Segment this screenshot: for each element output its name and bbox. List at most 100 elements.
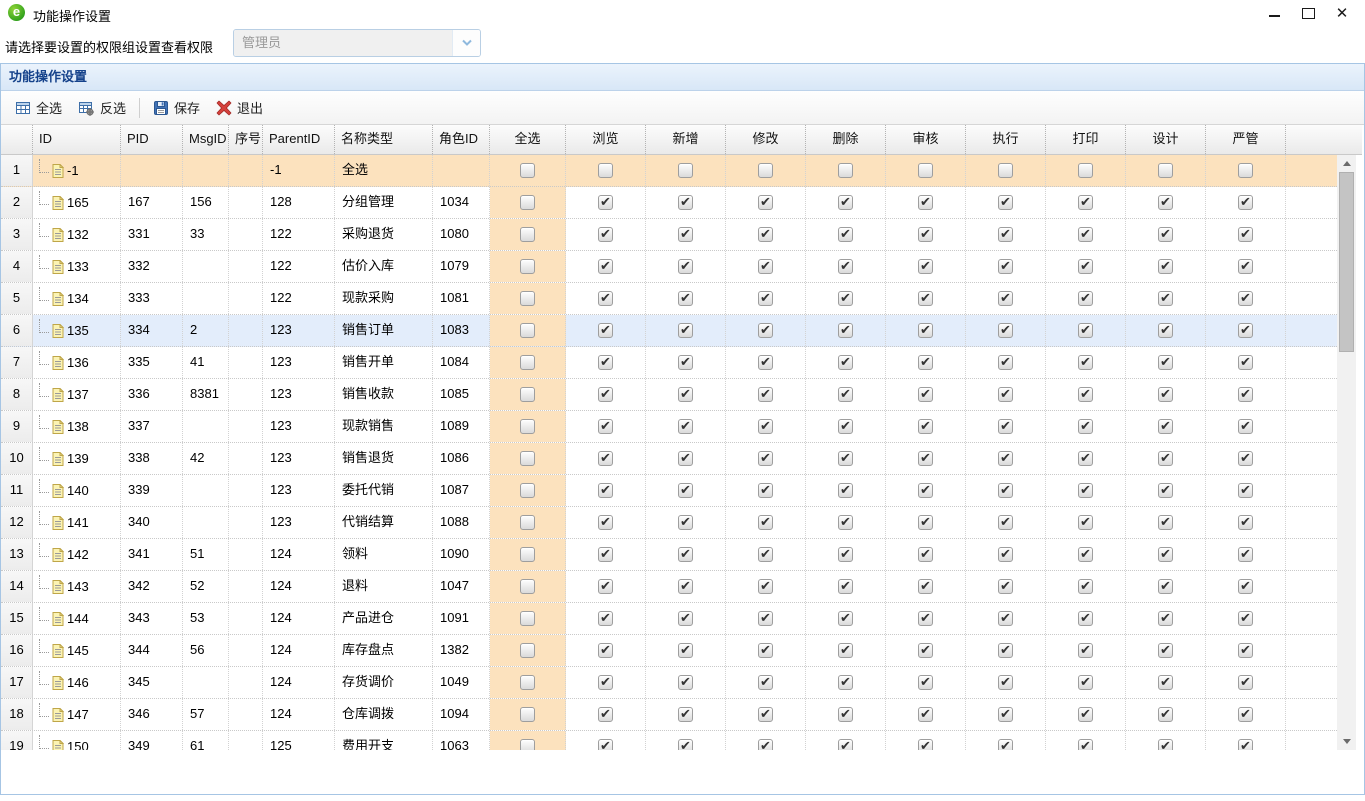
checkbox-browse[interactable]	[598, 739, 613, 750]
checkbox-browse[interactable]	[598, 259, 613, 274]
checkbox-modify[interactable]	[758, 579, 773, 594]
checkbox-audit[interactable]	[918, 483, 933, 498]
checkbox-delete[interactable]	[838, 483, 853, 498]
checkbox-design[interactable]	[1158, 547, 1173, 562]
checkbox-add[interactable]	[678, 451, 693, 466]
checkbox-execute[interactable]	[998, 163, 1013, 178]
checkbox-modify[interactable]	[758, 643, 773, 658]
checkbox-browse[interactable]	[598, 547, 613, 562]
checkbox-audit[interactable]	[918, 387, 933, 402]
checkbox-delete[interactable]	[838, 259, 853, 274]
checkbox-modify[interactable]	[758, 163, 773, 178]
checkbox-design[interactable]	[1158, 739, 1173, 750]
checkbox-audit[interactable]	[918, 611, 933, 626]
checkbox-select_all[interactable]	[520, 195, 535, 210]
checkbox-audit[interactable]	[918, 419, 933, 434]
checkbox-modify[interactable]	[758, 419, 773, 434]
checkbox-browse[interactable]	[598, 387, 613, 402]
table-row[interactable]: 2165167156128分组管理1034	[1, 187, 1337, 219]
checkbox-add[interactable]	[678, 547, 693, 562]
checkbox-select_all[interactable]	[520, 739, 535, 750]
checkbox-execute[interactable]	[998, 355, 1013, 370]
checkbox-audit[interactable]	[918, 227, 933, 242]
checkbox-strict[interactable]	[1238, 291, 1253, 306]
checkbox-design[interactable]	[1158, 163, 1173, 178]
checkbox-print[interactable]	[1078, 227, 1093, 242]
checkbox-browse[interactable]	[598, 419, 613, 434]
checkbox-execute[interactable]	[998, 451, 1013, 466]
checkbox-execute[interactable]	[998, 259, 1013, 274]
table-row[interactable]: 1314234151124领料1090	[1, 539, 1337, 571]
checkbox-add[interactable]	[678, 323, 693, 338]
checkbox-modify[interactable]	[758, 675, 773, 690]
checkbox-design[interactable]	[1158, 419, 1173, 434]
checkbox-print[interactable]	[1078, 579, 1093, 594]
table-row[interactable]: 5134333122现款采购1081	[1, 283, 1337, 315]
checkbox-strict[interactable]	[1238, 579, 1253, 594]
column-header-delete[interactable]: 删除	[806, 125, 886, 154]
checkbox-select_all[interactable]	[520, 259, 535, 274]
checkbox-browse[interactable]	[598, 451, 613, 466]
checkbox-strict[interactable]	[1238, 707, 1253, 722]
table-row[interactable]: 1814734657124仓库调拨1094	[1, 699, 1337, 731]
checkbox-design[interactable]	[1158, 643, 1173, 658]
checkbox-delete[interactable]	[838, 579, 853, 594]
checkbox-select_all[interactable]	[520, 483, 535, 498]
checkbox-delete[interactable]	[838, 163, 853, 178]
checkbox-design[interactable]	[1158, 515, 1173, 530]
checkbox-browse[interactable]	[598, 163, 613, 178]
column-header-name[interactable]: 名称类型	[335, 125, 433, 154]
checkbox-delete[interactable]	[838, 707, 853, 722]
checkbox-add[interactable]	[678, 675, 693, 690]
minimize-button[interactable]	[1257, 1, 1291, 25]
checkbox-execute[interactable]	[998, 675, 1013, 690]
checkbox-audit[interactable]	[918, 515, 933, 530]
checkbox-select_all[interactable]	[520, 291, 535, 306]
checkbox-execute[interactable]	[998, 611, 1013, 626]
checkbox-add[interactable]	[678, 355, 693, 370]
checkbox-add[interactable]	[678, 611, 693, 626]
checkbox-delete[interactable]	[838, 451, 853, 466]
checkbox-print[interactable]	[1078, 323, 1093, 338]
checkbox-print[interactable]	[1078, 419, 1093, 434]
checkbox-delete[interactable]	[838, 323, 853, 338]
checkbox-print[interactable]	[1078, 611, 1093, 626]
checkbox-delete[interactable]	[838, 739, 853, 750]
vertical-scrollbar[interactable]	[1337, 155, 1356, 750]
table-row[interactable]: 9138337123现款销售1089	[1, 411, 1337, 443]
table-row[interactable]: 4133332122估价入库1079	[1, 251, 1337, 283]
checkbox-execute[interactable]	[998, 579, 1013, 594]
checkbox-delete[interactable]	[838, 355, 853, 370]
checkbox-add[interactable]	[678, 739, 693, 750]
checkbox-audit[interactable]	[918, 547, 933, 562]
table-row[interactable]: 12141340123代销结算1088	[1, 507, 1337, 539]
permission-group-combobox[interactable]: 管理员	[233, 29, 481, 57]
checkbox-execute[interactable]	[998, 483, 1013, 498]
checkbox-audit[interactable]	[918, 451, 933, 466]
checkbox-strict[interactable]	[1238, 675, 1253, 690]
checkbox-audit[interactable]	[918, 323, 933, 338]
checkbox-strict[interactable]	[1238, 451, 1253, 466]
checkbox-select_all[interactable]	[520, 579, 535, 594]
checkbox-modify[interactable]	[758, 515, 773, 530]
checkbox-print[interactable]	[1078, 259, 1093, 274]
checkbox-design[interactable]	[1158, 451, 1173, 466]
checkbox-browse[interactable]	[598, 483, 613, 498]
checkbox-audit[interactable]	[918, 739, 933, 750]
checkbox-add[interactable]	[678, 227, 693, 242]
checkbox-add[interactable]	[678, 707, 693, 722]
checkbox-design[interactable]	[1158, 579, 1173, 594]
checkbox-strict[interactable]	[1238, 323, 1253, 338]
checkbox-print[interactable]	[1078, 163, 1093, 178]
checkbox-delete[interactable]	[838, 195, 853, 210]
checkbox-browse[interactable]	[598, 579, 613, 594]
checkbox-execute[interactable]	[998, 227, 1013, 242]
checkbox-design[interactable]	[1158, 259, 1173, 274]
checkbox-modify[interactable]	[758, 323, 773, 338]
checkbox-design[interactable]	[1158, 387, 1173, 402]
checkbox-modify[interactable]	[758, 355, 773, 370]
checkbox-design[interactable]	[1158, 611, 1173, 626]
column-header-parent_id[interactable]: ParentID	[263, 125, 335, 154]
checkbox-add[interactable]	[678, 643, 693, 658]
checkbox-browse[interactable]	[598, 611, 613, 626]
